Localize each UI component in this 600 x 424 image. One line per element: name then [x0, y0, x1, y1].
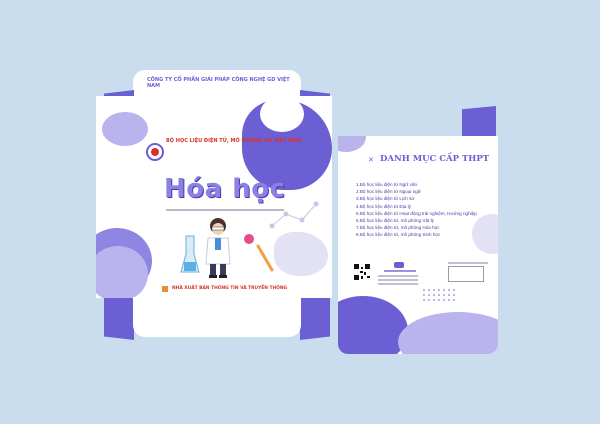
back-blob-top-left: [338, 136, 366, 152]
catalog-item: 6.Bộ học liệu điện tử, mô phỏng Vật lý: [356, 217, 434, 223]
bottom-tab: [133, 297, 301, 337]
series-title: BỘ HỌC LIỆU ĐIỆN TỬ, MÔ PHỎNG GD VIỆT NA…: [166, 138, 301, 144]
publisher-name: NHÀ XUẤT BẢN THÔNG TIN VÀ TRUYỀN THÔNG: [172, 286, 288, 291]
left-flap-bottom: [104, 296, 134, 340]
catalog-item: 3.Bộ học liệu điện tử Lịch sử: [356, 196, 415, 202]
catalog-heading: DANH MỤC CẤP THPT: [380, 154, 490, 164]
qr-code-icon: [354, 264, 370, 280]
blob-top-right-hole: [260, 96, 304, 132]
contact-line: [378, 283, 418, 285]
catalog-item: 1.Bộ học liệu điện tử Ngữ văn: [356, 182, 418, 187]
catalog-list: 1.Bộ học liệu điện tử Ngữ văn 2.Bộ học l…: [356, 182, 477, 240]
back-panel: DANH MỤC CẤP THPT ✕ 1.Bộ học liệu điện t…: [338, 136, 498, 354]
subject-title: Hóa học: [164, 174, 286, 204]
dots-decoration: [423, 289, 455, 301]
beaker-pink: [244, 234, 254, 244]
blob-right-grey: [274, 232, 328, 276]
logo-icon: [146, 143, 164, 161]
contact-line: [384, 270, 416, 272]
flask-icon: [256, 244, 274, 272]
publisher-logo: [162, 286, 168, 292]
flask-icon: [180, 235, 200, 273]
note-line: [166, 209, 284, 211]
barcode-icon: [448, 266, 484, 282]
mid-flap-bottom: [300, 296, 330, 340]
catalog-item: 8.Bộ học liệu điện tử, mô phỏng Sinh học: [356, 232, 441, 238]
back-blob-bottom-right: [398, 312, 498, 354]
contact-line: [378, 275, 418, 277]
contact-logo: [394, 262, 404, 268]
character-scientist-icon: [205, 218, 231, 278]
top-flap: CÔNG TY CỔ PHẦN GIẢI PHÁP CÔNG NGHỆ GD V…: [133, 70, 301, 96]
catalog-item: 5.Bộ học liệu điện tử Hoạt động trải ngh…: [356, 210, 477, 216]
blob-top-left: [102, 112, 148, 146]
right-flap-top: [462, 106, 496, 138]
contact-line: [378, 279, 418, 281]
front-panel: BỘ HỌC LIỆU ĐIỆN TỬ, MÔ PHỎNG GD VIỆT NA…: [96, 96, 332, 298]
catalog-item: 7.Bộ học liệu điện tử, mô phỏng Hóa học: [356, 225, 440, 231]
heading-mark: ✕: [368, 157, 374, 164]
catalog-item: 4.Bộ học liệu điện tử Địa lý: [356, 203, 411, 209]
catalog-item: 2.Bộ học liệu điện tử Ngoại ngữ: [356, 189, 421, 195]
top-flap-company: CÔNG TY CỔ PHẦN GIẢI PHÁP CÔNG NGHỆ GD V…: [147, 77, 290, 89]
barcode-label: [448, 262, 488, 264]
